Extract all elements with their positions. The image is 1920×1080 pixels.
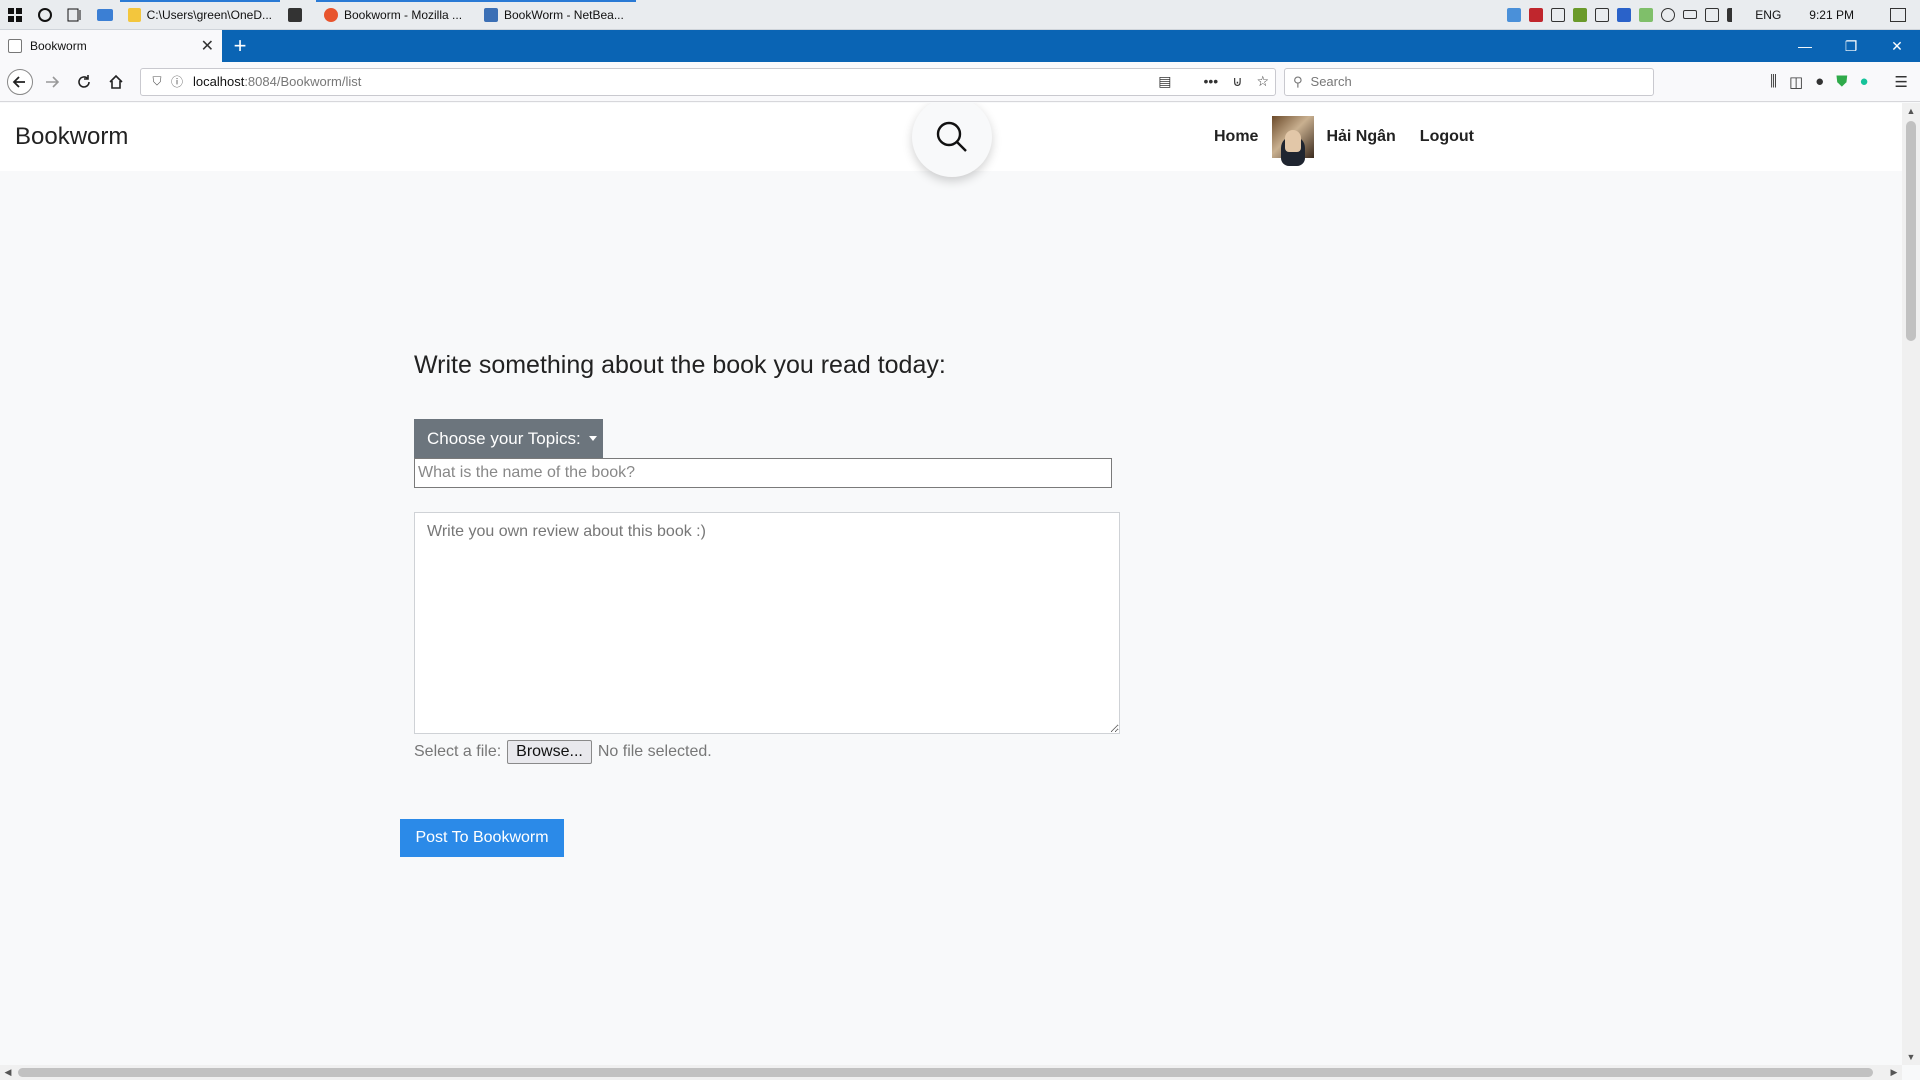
- site-navbar: Bookworm Home Hải Ngân Logout: [0, 103, 1902, 177]
- system-tray: ENG 9:21 PM: [1507, 7, 1920, 22]
- scroll-left-icon[interactable]: ◀: [0, 1065, 16, 1080]
- shield-icon[interactable]: [1551, 7, 1566, 22]
- post-to-bookworm-button[interactable]: Post To Bookworm: [400, 819, 564, 857]
- page-favicon-icon: [8, 39, 22, 53]
- post-form: Write something about the book you read …: [400, 351, 1120, 857]
- horizontal-scroll-thumb[interactable]: [18, 1068, 1873, 1077]
- nav-logout-link[interactable]: Logout: [1420, 128, 1474, 146]
- extension-shield-icon[interactable]: ⛊: [1836, 73, 1847, 90]
- restore-icon[interactable]: ❐: [1828, 30, 1874, 62]
- library-icon[interactable]: ⫼: [1770, 73, 1777, 90]
- language-indicator[interactable]: ENG: [1755, 8, 1781, 22]
- url-actions: ▤ ••• ⊍ ☆: [1158, 73, 1269, 90]
- pinned-app-icon[interactable]: [90, 0, 120, 30]
- tray-misc-icon[interactable]: [1661, 7, 1676, 22]
- browser-toolbar: ⛉ ⓘ localhost:8084/Bookworm/list ▤ ••• ⊍…: [0, 62, 1920, 102]
- search-placeholder: Search: [1310, 74, 1352, 89]
- new-tab-icon[interactable]: +: [222, 30, 258, 62]
- network-icon[interactable]: [1705, 7, 1720, 22]
- clock[interactable]: 9:21 PM: [1809, 8, 1854, 22]
- search-icon: ⚲: [1293, 73, 1303, 89]
- url-bar[interactable]: ⛉ ⓘ localhost:8084/Bookworm/list ▤ ••• ⊍…: [140, 67, 1276, 96]
- word-icon[interactable]: [1617, 7, 1632, 22]
- site-brand[interactable]: Bookworm: [15, 123, 128, 151]
- cloud-sync-icon[interactable]: [1639, 7, 1654, 22]
- bookmark-star-icon[interactable]: ☆: [1256, 73, 1269, 90]
- forward-arrow-icon[interactable]: [36, 66, 68, 98]
- browser-tabstrip: Bookworm ✕ + — ❐ ✕: [0, 30, 1920, 62]
- scroll-right-icon[interactable]: ▶: [1886, 1065, 1902, 1080]
- sidebar-icon[interactable]: ◫: [1789, 73, 1803, 91]
- toolbar-actions: ⫼ ◫ ● ⛊ ● ☰: [1770, 73, 1916, 91]
- review-textarea[interactable]: [414, 512, 1120, 734]
- nav-user-link[interactable]: Hải Ngân: [1326, 128, 1395, 146]
- vertical-scrollbar[interactable]: ▲ ▼: [1902, 103, 1920, 1065]
- taskbar-app-label: Bookworm - Mozilla ...: [344, 7, 463, 22]
- scroll-up-icon[interactable]: ▲: [1902, 103, 1920, 119]
- windows-start-icon[interactable]: [0, 0, 30, 30]
- notifications-icon[interactable]: [1890, 7, 1906, 22]
- browse-button[interactable]: Browse...: [507, 740, 592, 764]
- file-label: Select a file:: [414, 743, 502, 760]
- nav-home-link[interactable]: Home: [1214, 128, 1258, 146]
- taskbar-app-netbeans[interactable]: BookWorm - NetBea...: [476, 0, 636, 30]
- page-actions-icon[interactable]: •••: [1203, 73, 1218, 90]
- book-name-input[interactable]: [414, 458, 1112, 488]
- tracking-shield-icon[interactable]: ⛉: [147, 74, 167, 89]
- browser-tab-bookworm[interactable]: Bookworm ✕: [0, 30, 222, 62]
- horizontal-scrollbar[interactable]: ◀ ▶: [0, 1065, 1902, 1080]
- avatar-face: [1285, 130, 1302, 152]
- site-nav-links: Home Hải Ngân Logout: [1214, 103, 1474, 171]
- vertical-scroll-thumb[interactable]: [1906, 121, 1916, 341]
- onedrive-icon[interactable]: [1507, 7, 1522, 22]
- browser-search-field[interactable]: ⚲ Search: [1284, 67, 1654, 96]
- url-host: localhost: [193, 74, 245, 89]
- url-path: :8084/Bookworm/list: [244, 74, 362, 89]
- minimize-icon[interactable]: —: [1782, 30, 1828, 62]
- close-tab-icon[interactable]: ✕: [201, 36, 214, 56]
- taskbar-app-store[interactable]: [280, 0, 316, 30]
- web-page: Bookworm Home Hải Ngân Logout Write some…: [0, 103, 1902, 1065]
- pocket-icon[interactable]: ⊍: [1232, 73, 1242, 90]
- dropdown-label: Choose your Topics:: [427, 428, 581, 448]
- volume-icon[interactable]: [1727, 7, 1741, 22]
- site-info-icon[interactable]: ⓘ: [167, 73, 187, 90]
- grammarly-icon[interactable]: ●: [1859, 73, 1868, 90]
- firefox-icon: [324, 7, 338, 22]
- taskbar-app-label: C:\Users\green\OneD...: [146, 7, 272, 22]
- taskbar-app-label: BookWorm - NetBea...: [504, 7, 624, 22]
- taskbar-app-firefox[interactable]: Bookworm - Mozilla ...: [316, 0, 476, 30]
- battery-icon[interactable]: [1683, 10, 1698, 19]
- cortana-search-icon[interactable]: [30, 0, 60, 30]
- window-controls: — ❐ ✕: [1782, 30, 1920, 62]
- search-icon: [936, 121, 967, 152]
- netbeans-icon: [484, 7, 498, 22]
- avatar[interactable]: [1272, 116, 1315, 158]
- nvidia-icon[interactable]: [1573, 7, 1588, 22]
- store-icon: [288, 7, 302, 22]
- back-arrow-icon[interactable]: [4, 66, 36, 98]
- folder-icon: [128, 7, 141, 22]
- caret-down-icon: [588, 436, 597, 441]
- scroll-down-icon[interactable]: ▼: [1902, 1049, 1920, 1065]
- file-upload: Select a file: Browse... No file selecte…: [414, 740, 712, 764]
- search-button[interactable]: [912, 103, 992, 177]
- tray-app-icon[interactable]: [1529, 7, 1544, 22]
- account-icon[interactable]: ●: [1815, 73, 1824, 90]
- menu-icon[interactable]: ☰: [1895, 73, 1908, 91]
- tab-title: Bookworm: [30, 39, 87, 53]
- windows-taskbar: C:\Users\green\OneD... Bookworm - Mozill…: [0, 0, 1920, 30]
- choose-topics-dropdown[interactable]: Choose your Topics:: [414, 419, 603, 458]
- vpn-icon[interactable]: [1595, 7, 1610, 22]
- home-icon[interactable]: [100, 66, 132, 98]
- taskbar-app-explorer[interactable]: C:\Users\green\OneD...: [120, 0, 280, 30]
- file-status: No file selected.: [597, 743, 712, 760]
- task-view-icon[interactable]: [60, 0, 90, 30]
- reload-icon[interactable]: [68, 66, 100, 98]
- reader-view-icon[interactable]: ▤: [1158, 73, 1171, 90]
- close-window-icon[interactable]: ✕: [1874, 30, 1920, 62]
- post-prompt: Write something about the book you read …: [414, 351, 946, 379]
